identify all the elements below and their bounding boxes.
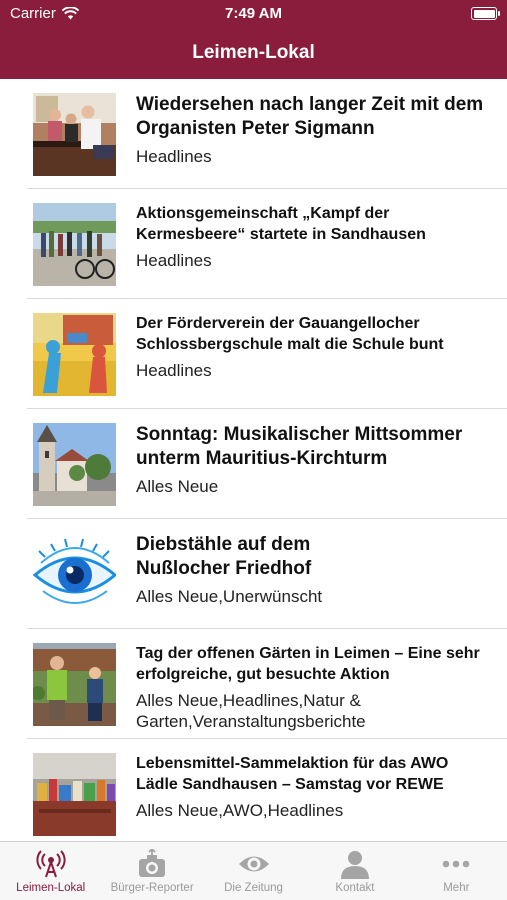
- article-categories: Headlines: [136, 251, 212, 270]
- battery-icon: [471, 7, 500, 20]
- article-row[interactable]: Tag der offenen Gärten in Leimen – Eine …: [0, 629, 507, 739]
- nav-bar: Leimen-Lokal: [0, 28, 507, 79]
- article-list[interactable]: Wiedersehen nach langer Zeit mit dem Org…: [0, 79, 507, 841]
- antenna-icon: [36, 850, 66, 878]
- tab-label: Die Zeitung: [224, 882, 283, 894]
- article-title: Aktionsgemeinschaft „Kampf der Kermesbee…: [136, 205, 426, 243]
- eye-icon: [238, 856, 269, 872]
- article-categories: Alles Neue,AWO,Headlines: [136, 801, 344, 820]
- article-row[interactable]: Diebstähle auf dem Nußlocher Friedhof Al…: [0, 519, 507, 629]
- article-thumbnail: [33, 753, 116, 836]
- tab-label: Bürger-Reporter: [110, 882, 194, 894]
- article-title: Lebensmittel-Sammelaktion für das AWO Lä…: [136, 755, 449, 793]
- article-row[interactable]: Wiedersehen nach langer Zeit mit dem Org…: [0, 79, 507, 189]
- article-title: Sonntag: Musikalischer Mittsommer unterm…: [136, 424, 463, 469]
- garden-photo-image: [33, 643, 116, 726]
- article-categories: Headlines: [136, 361, 212, 380]
- article-title: Diebstähle auf dem Nußlocher Friedhof: [136, 534, 312, 579]
- article-categories: Alles Neue,Unerwünscht: [136, 587, 323, 606]
- status-bar: Carrier 7:49 AM: [0, 0, 507, 28]
- tab-label: Mehr: [443, 882, 470, 894]
- tab-die-zeitung[interactable]: Die Zeitung: [203, 842, 304, 900]
- nav-title: Leimen-Lokal: [192, 42, 315, 63]
- person-icon: [340, 851, 369, 879]
- article-thumbnail: [33, 93, 116, 176]
- article-title: Wiedersehen nach langer Zeit mit dem Org…: [136, 94, 484, 139]
- article-categories: Alles Neue: [136, 477, 219, 496]
- group-photo-image: [33, 203, 116, 286]
- tab-leimen-lokal[interactable]: Leimen-Lokal: [0, 842, 101, 900]
- article-title: Tag der offenen Gärten in Leimen – Eine …: [136, 645, 480, 683]
- eye-graphic-image: [33, 533, 116, 616]
- tab-mehr[interactable]: Mehr: [406, 842, 507, 900]
- article-row[interactable]: Sonntag: Musikalischer Mittsommer unterm…: [0, 409, 507, 519]
- church-photo-image: [33, 423, 116, 506]
- article-row[interactable]: Der Förderverein der Gauangellocher Schl…: [0, 299, 507, 409]
- tab-label: Kontakt: [335, 882, 375, 894]
- organ-photo-image: [33, 93, 116, 176]
- tab-bar: Leimen-Lokal Bürger-Reporter Die Zeitung…: [0, 841, 507, 900]
- article-title: Der Förderverein der Gauangellocher Schl…: [136, 315, 444, 353]
- article-thumbnail: [33, 533, 116, 616]
- tab-label: Leimen-Lokal: [16, 882, 86, 894]
- article-categories: Headlines: [136, 147, 212, 166]
- article-thumbnail: [33, 643, 116, 726]
- article-row[interactable]: Lebensmittel-Sammelaktion für das AWO Lä…: [0, 739, 507, 841]
- more-icon: [443, 860, 470, 868]
- camera-icon: [139, 849, 166, 877]
- article-thumbnail: [33, 313, 116, 396]
- article-categories: Alles Neue,Headlines,Natur & Garten,Vera…: [136, 691, 366, 731]
- clock: 7:49 AM: [225, 5, 282, 22]
- article-thumbnail: [33, 203, 116, 286]
- article-row[interactable]: Aktionsgemeinschaft „Kampf der Kermesbee…: [0, 189, 507, 299]
- food-photo-image: [33, 753, 116, 836]
- article-thumbnail: [33, 423, 116, 506]
- tab-buerger-reporter[interactable]: Bürger-Reporter: [101, 842, 202, 900]
- tab-kontakt[interactable]: Kontakt: [304, 842, 405, 900]
- painting-photo-image: [33, 313, 116, 396]
